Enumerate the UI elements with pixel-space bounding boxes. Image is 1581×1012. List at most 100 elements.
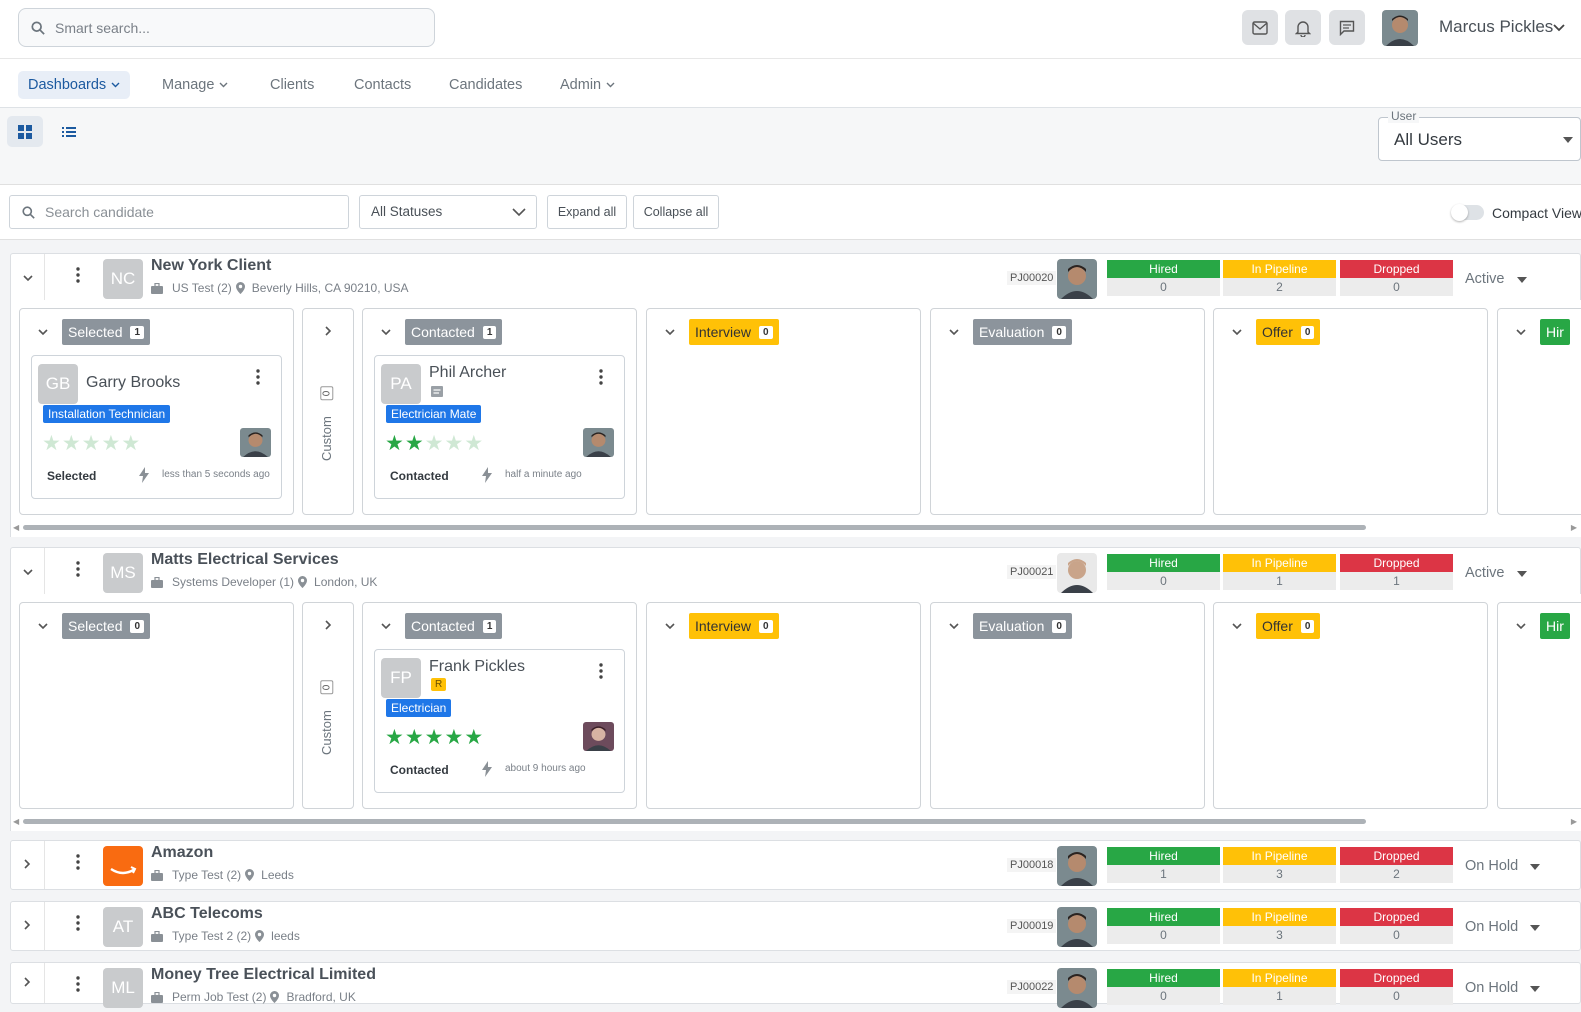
owner-avatar[interactable] <box>1057 553 1097 593</box>
card-menu-icon[interactable] <box>599 663 603 684</box>
expand-all-button[interactable]: Expand all <box>547 195 627 229</box>
expand-row-button[interactable] <box>11 841 45 889</box>
client-menu-icon[interactable] <box>76 915 80 936</box>
client-name[interactable]: Money Tree Electrical Limited <box>151 966 376 984</box>
job-title[interactable]: US Test (2) <box>172 281 232 295</box>
client-menu-icon[interactable] <box>76 854 80 875</box>
smart-search-input[interactable]: Smart search... <box>18 8 435 47</box>
scrollbar-thumb[interactable] <box>23 819 1366 824</box>
candidate-search-input[interactable]: Search candidate <box>9 195 349 229</box>
dropped-stat[interactable]: Dropped 0 <box>1340 908 1453 944</box>
client-status-select[interactable]: On Hold <box>1465 919 1541 935</box>
star-icon[interactable]: ★ <box>101 432 121 455</box>
star-icon[interactable]: ★ <box>62 432 82 455</box>
client-status-select[interactable]: On Hold <box>1465 980 1541 996</box>
horizontal-scrollbar[interactable]: ◀ ▶ <box>11 817 1581 826</box>
pipeline-stat[interactable]: In Pipeline 3 <box>1223 847 1336 883</box>
user-filter-select[interactable]: User All Users <box>1378 109 1581 161</box>
candidate-card[interactable]: PA Phil Archer Electrician Mate ★★★★★ Contac… <box>374 355 625 499</box>
star-icon[interactable]: ★ <box>464 726 484 749</box>
collapse-stage-button[interactable] <box>1516 323 1526 341</box>
client-status-select[interactable]: Active <box>1465 271 1527 287</box>
list-view-button[interactable] <box>51 116 87 147</box>
dropped-stat[interactable]: Dropped 0 <box>1340 260 1453 296</box>
client-name[interactable]: Amazon <box>151 844 213 862</box>
notifications-button[interactable] <box>1285 10 1321 45</box>
star-icon[interactable]: ★ <box>121 432 141 455</box>
recruiter-avatar[interactable] <box>583 722 614 751</box>
nav-admin[interactable]: Admin <box>550 71 625 99</box>
collapse-stage-button[interactable] <box>1232 323 1242 341</box>
star-icon[interactable]: ★ <box>42 432 62 455</box>
custom-stage-column[interactable]: 0 Custom <box>302 308 354 515</box>
nav-clients[interactable]: Clients <box>260 71 324 99</box>
job-title[interactable]: Perm Job Test (2) <box>172 990 266 1004</box>
card-menu-icon[interactable] <box>256 369 260 390</box>
collapse-row-button[interactable] <box>11 254 45 302</box>
owner-avatar[interactable] <box>1057 846 1097 886</box>
client-menu-icon[interactable] <box>76 267 80 288</box>
candidate-rating[interactable]: ★★★★★ <box>385 431 484 456</box>
job-title[interactable]: Type Test 2 (2) <box>172 929 251 943</box>
hired-stat[interactable]: Hired 0 <box>1107 908 1220 944</box>
pipeline-stat[interactable]: In Pipeline 3 <box>1223 908 1336 944</box>
nav-dashboards[interactable]: Dashboards <box>18 71 131 99</box>
client-menu-icon[interactable] <box>76 976 80 997</box>
hired-stat[interactable]: Hired 1 <box>1107 847 1220 883</box>
dropped-stat[interactable]: Dropped 2 <box>1340 847 1453 883</box>
hired-stat[interactable]: Hired 0 <box>1107 554 1220 590</box>
collapse-stage-button[interactable] <box>381 323 391 341</box>
star-icon[interactable]: ★ <box>464 432 484 455</box>
dropped-stat[interactable]: Dropped 0 <box>1340 969 1453 1005</box>
user-avatar[interactable] <box>1382 10 1418 46</box>
client-status-select[interactable]: On Hold <box>1465 858 1541 874</box>
star-icon[interactable]: ★ <box>385 726 405 749</box>
scroll-right-icon[interactable]: ▶ <box>1571 817 1577 826</box>
hired-stat[interactable]: Hired 0 <box>1107 969 1220 1005</box>
candidate-name[interactable]: Garry Brooks <box>86 374 180 392</box>
client-status-select[interactable]: Active <box>1465 565 1527 581</box>
status-filter-select[interactable]: All Statuses <box>359 195 537 229</box>
collapse-stage-button[interactable] <box>381 617 391 635</box>
nav-manage[interactable]: Manage <box>152 71 238 99</box>
client-name[interactable]: New York Client <box>151 257 271 275</box>
collapse-stage-button[interactable] <box>665 617 675 635</box>
nav-contacts[interactable]: Contacts <box>344 71 421 99</box>
messages-button[interactable] <box>1329 10 1365 45</box>
hired-stat[interactable]: Hired 0 <box>1107 260 1220 296</box>
star-icon[interactable]: ★ <box>385 432 405 455</box>
scroll-right-icon[interactable]: ▶ <box>1571 523 1577 532</box>
client-name[interactable]: Matts Electrical Services <box>151 551 339 569</box>
owner-avatar[interactable] <box>1057 968 1097 1008</box>
star-icon[interactable]: ★ <box>425 432 445 455</box>
nav-candidates[interactable]: Candidates <box>439 71 532 99</box>
user-name[interactable]: Marcus Pickles <box>1439 17 1553 37</box>
job-title[interactable]: Systems Developer (1) <box>172 575 294 589</box>
collapse-stage-button[interactable] <box>38 617 48 635</box>
horizontal-scrollbar[interactable]: ◀ ▶ <box>11 523 1581 532</box>
pipeline-stat[interactable]: In Pipeline 1 <box>1223 554 1336 590</box>
star-icon[interactable]: ★ <box>82 432 102 455</box>
collapse-all-button[interactable]: Collapse all <box>633 195 719 229</box>
collapse-row-button[interactable] <box>11 548 45 596</box>
recruiter-avatar[interactable] <box>240 428 271 457</box>
compact-view-toggle[interactable] <box>1451 204 1484 221</box>
grid-view-button[interactable] <box>7 116 43 147</box>
collapse-stage-button[interactable] <box>38 323 48 341</box>
candidate-name[interactable]: Phil Archer <box>429 364 506 382</box>
dropped-stat[interactable]: Dropped 1 <box>1340 554 1453 590</box>
card-menu-icon[interactable] <box>599 369 603 390</box>
candidate-name[interactable]: Frank Pickles <box>429 658 525 676</box>
candidate-card[interactable]: FP Frank Pickles R Electrician ★★★★★ Contacte… <box>374 649 625 793</box>
collapse-stage-button[interactable] <box>949 323 959 341</box>
pipeline-stat[interactable]: In Pipeline 2 <box>1223 260 1336 296</box>
collapse-stage-button[interactable] <box>949 617 959 635</box>
pipeline-stat[interactable]: In Pipeline 1 <box>1223 969 1336 1005</box>
client-name[interactable]: ABC Telecoms <box>151 905 263 923</box>
star-icon[interactable]: ★ <box>425 726 445 749</box>
expand-row-button[interactable] <box>11 902 45 950</box>
collapse-stage-button[interactable] <box>1516 617 1526 635</box>
star-icon[interactable]: ★ <box>405 726 425 749</box>
candidate-rating[interactable]: ★★★★★ <box>42 431 141 456</box>
scroll-left-icon[interactable]: ◀ <box>13 817 19 826</box>
